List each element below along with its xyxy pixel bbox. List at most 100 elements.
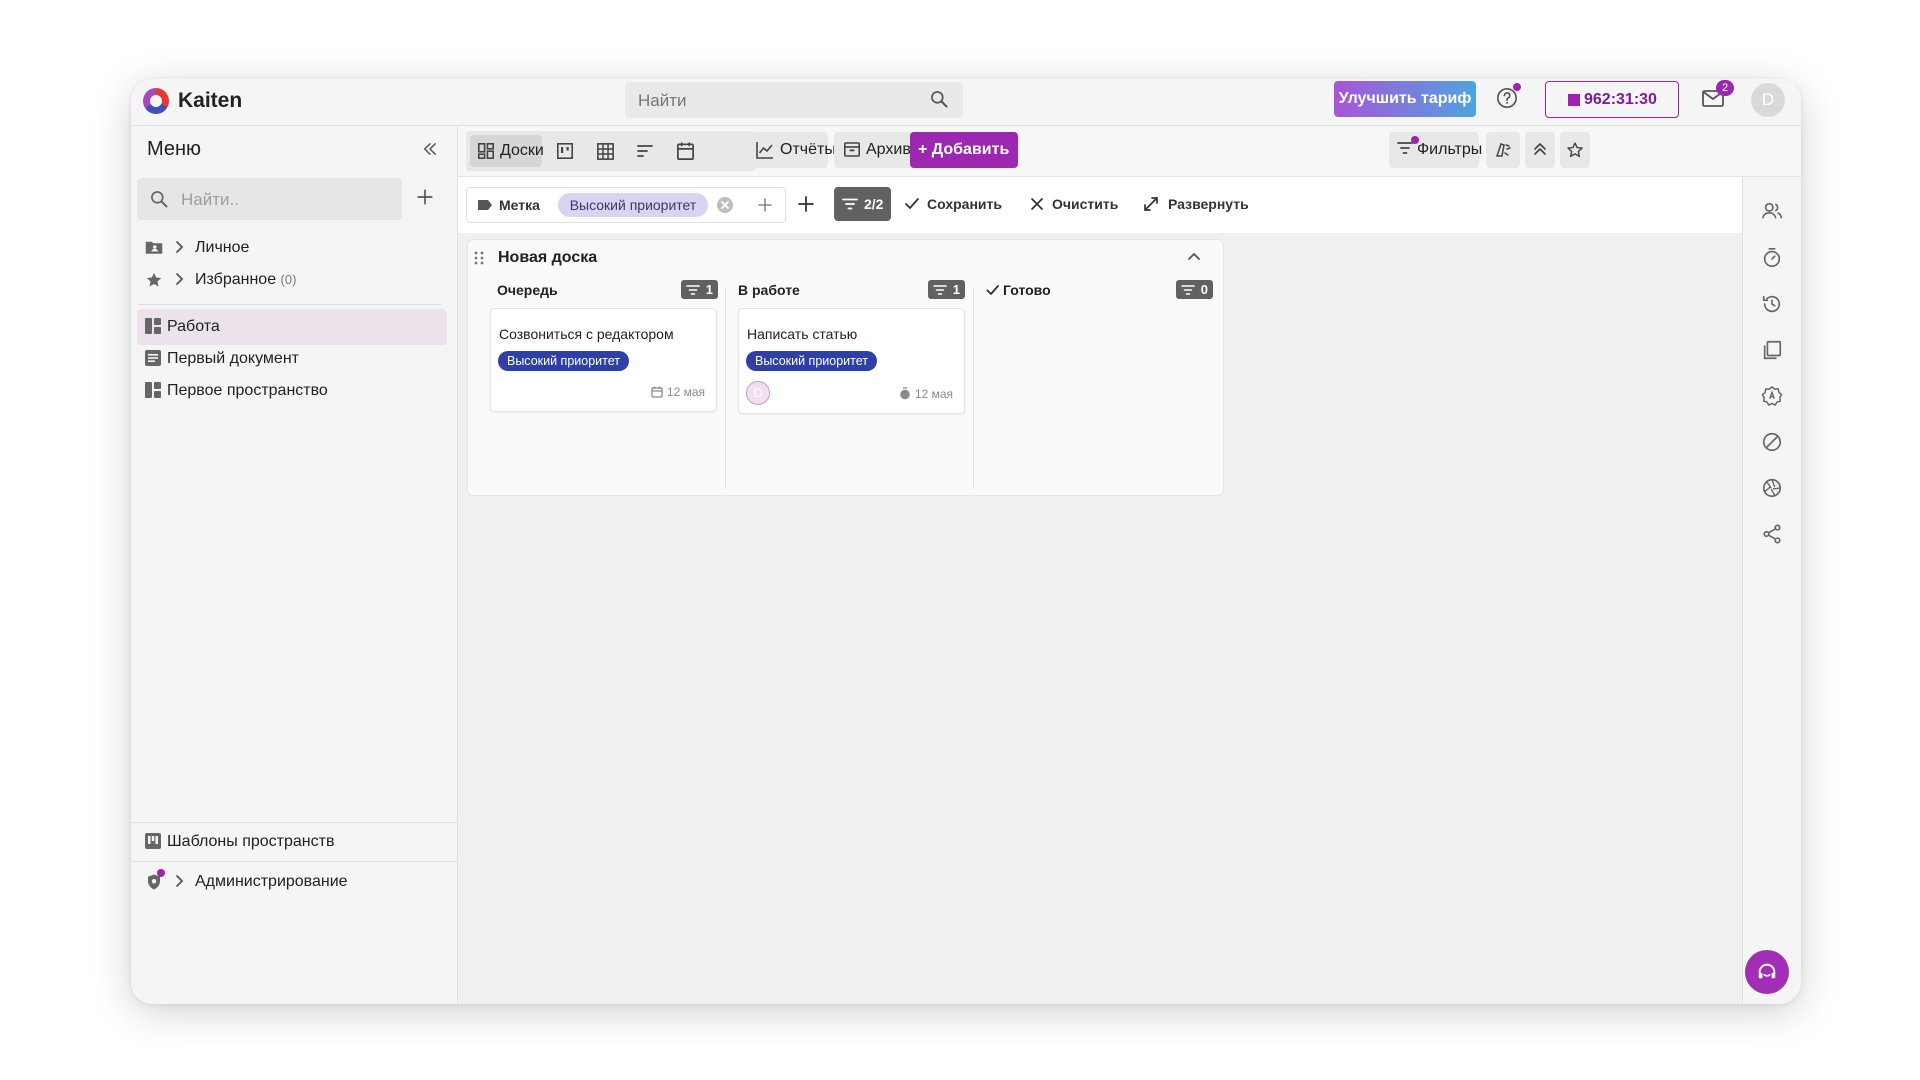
column-title[interactable]: Готово [986,282,1051,298]
kaiten-logo-icon[interactable] [143,88,169,114]
card-assignee-avatar[interactable]: D [746,381,770,405]
automation-button[interactable] [1486,132,1520,168]
column-title[interactable]: Очередь [497,282,558,298]
add-space-icon[interactable] [416,188,434,206]
timer-icon[interactable] [1761,247,1783,269]
filter-count-badge[interactable]: 2/2 [834,187,891,221]
card-tag: Высокий приоритет [746,351,877,371]
board-grid-icon [478,143,494,159]
sidebar-item-first-document[interactable]: Первый документ [137,341,447,377]
chevron-up-icon[interactable] [1187,251,1201,261]
templates-icon [145,833,161,849]
folder-user-icon [145,239,163,255]
collapse-toolbar-button[interactable] [1525,132,1555,168]
sidebar-divider [139,304,441,305]
automation-settings-icon[interactable] [1761,385,1783,407]
sidebar-search-placeholder: Найти.. [181,190,239,209]
card-title: Созвониться с редактором [499,326,674,342]
members-icon[interactable] [1761,201,1783,221]
archive-button[interactable]: Архив [834,132,920,168]
sidebar-item-label: Работа [167,318,220,335]
global-search-placeholder: Найти [638,91,687,110]
close-icon [1031,198,1043,210]
user-avatar[interactable]: D [1751,83,1785,117]
card-date: 12 мая [899,387,953,401]
card-title: Написать статью [747,326,858,342]
sidebar-item-label: Администрирование [195,873,348,890]
filters-button[interactable]: Фильтры [1389,132,1482,168]
view-calendar-button[interactable] [668,135,702,167]
support-chat-button[interactable] [1745,950,1789,994]
sidebar-item-administration[interactable]: Администрирование [137,864,447,900]
board-canvas: Новая доска Очередь 1 Созвониться с реда… [458,233,1742,1004]
add-value-icon[interactable] [757,197,773,213]
check-icon [986,285,999,295]
share-icon[interactable] [1761,523,1783,545]
stop-icon[interactable] [1568,94,1580,106]
sidebar-title: Меню [147,138,202,160]
sidebar-item-first-space[interactable]: Первое пространство [137,373,447,409]
filter-bar: Метка Высокий приоритет 2/2 Сохранить Оч… [458,177,1742,233]
space-icon [145,382,161,398]
sidebar-item-label: Шаблоны пространств [167,833,335,850]
upgrade-plan-button[interactable]: Улучшить тариф [1334,81,1476,117]
favorite-button[interactable] [1560,132,1590,168]
label-tag-icon [477,198,493,212]
view-switcher: Доски [466,131,756,171]
column-card-count[interactable]: 1 [928,280,965,299]
favorites-label: Избранное [195,271,277,288]
filter-property-label: Метка [499,197,540,213]
card[interactable]: Созвониться с редактором Высокий приорит… [490,308,717,412]
admin-notification-dot [157,869,165,877]
history-icon[interactable] [1761,293,1783,315]
sidebar-item-label: Первый документ [167,350,299,367]
view-list-button[interactable] [628,135,662,167]
app-name[interactable]: Kaiten [178,89,242,113]
column-card-count[interactable]: 1 [681,280,718,299]
sidebar-item-work[interactable]: Работа [137,309,447,345]
document-icon [145,350,161,366]
search-icon[interactable] [929,89,949,109]
collapse-sidebar-icon[interactable] [421,140,439,158]
sidebar-search-input[interactable]: Найти.. [137,178,402,220]
add-label-text: Добавить [931,141,1010,158]
chevron-right-icon[interactable] [173,240,185,254]
filter-value-chip[interactable]: Высокий приоритет [558,193,708,217]
archive-label: Архив [866,141,911,158]
view-boards-button[interactable]: Доски [470,135,544,167]
global-search-input[interactable]: Найти [625,82,963,118]
kanban-icon [557,143,573,159]
chevron-right-icon[interactable] [173,874,185,888]
card-date: 12 мая [651,385,705,399]
copy-icon[interactable] [1761,339,1783,361]
column-card-count[interactable]: 0 [1176,280,1213,299]
filter-icon [1397,141,1413,155]
timer-button[interactable]: 962:31:30 [1545,81,1679,118]
sidebar-item-personal[interactable]: Личное [137,230,447,266]
board-title[interactable]: Новая доска [498,249,597,267]
sidebar: Меню Найти.. Личное Избранное (0) Работа… [131,126,458,1004]
stopwatch-icon [900,387,910,400]
star-icon [145,271,163,289]
add-condition-icon[interactable] [798,196,814,212]
reports-button[interactable]: Отчёты [748,132,836,168]
chevron-right-icon[interactable] [173,272,185,286]
sidebar-item-space-templates[interactable]: Шаблоны пространств [137,824,447,860]
filter-condition[interactable]: Метка Высокий приоритет [466,187,786,223]
column-count-value: 1 [952,282,960,297]
view-kanban-button[interactable] [548,135,582,167]
sidebar-item-favorites[interactable]: Избранное (0) [137,262,447,298]
reports-label: Отчёты [780,141,836,158]
add-button[interactable]: + Добавить [910,132,1018,168]
column-title[interactable]: В работе [738,282,800,298]
aperture-icon[interactable] [1761,477,1783,499]
block-icon[interactable] [1761,431,1783,453]
sort-lines-icon [637,144,653,158]
view-table-button[interactable] [588,135,622,167]
drag-handle-icon[interactable] [474,251,484,265]
favorites-count: (0) [280,272,297,287]
remove-chip-icon[interactable] [716,196,734,214]
archive-icon [844,141,860,157]
timer-value: 962:31:30 [1584,91,1657,108]
card[interactable]: Написать статью Высокий приоритет D 12 м… [738,308,965,414]
